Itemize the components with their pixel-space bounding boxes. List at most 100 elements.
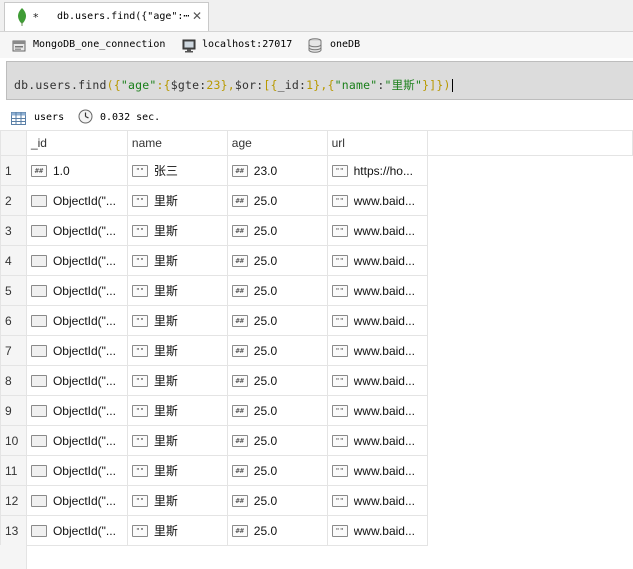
table-row[interactable]: 2 ObjectId("... "" 里斯 ## 25.0 "" www.baid... (0, 185, 633, 216)
cell-url[interactable]: "" https://ho... (326, 155, 428, 186)
cell-name[interactable]: "" 里斯 (126, 485, 228, 516)
cell-id[interactable]: ObjectId("... (25, 275, 128, 306)
cell-age[interactable]: ## 23.0 (226, 155, 328, 186)
cell-url[interactable]: "" www.baid... (326, 215, 428, 246)
cell-age[interactable]: ## 25.0 (226, 335, 328, 366)
cell-name[interactable]: "" 里斯 (126, 185, 228, 216)
string-type-icon: "" (131, 374, 148, 387)
table-row[interactable]: 3 ObjectId("... "" 里斯 ## 25.0 "" www.baid... (0, 215, 633, 246)
object-type-icon (30, 224, 47, 237)
cell-url[interactable]: "" www.baid... (326, 305, 428, 336)
query-editor[interactable]: db.users.find({"age":{$gte:23},$or:[{_id… (6, 61, 633, 100)
cell-id[interactable]: ObjectId("... (25, 485, 128, 516)
query-text[interactable]: db.users.find({"age":{$gte:23},$or:[{_id… (14, 77, 453, 93)
cell-url[interactable]: "" www.baid... (326, 485, 428, 516)
table-row[interactable]: 12 ObjectId("... "" 里斯 ## 25.0 "" www.baid... (0, 485, 633, 516)
cell-id[interactable]: ObjectId("... (25, 425, 128, 456)
cell-id[interactable]: ObjectId("... (25, 185, 128, 216)
string-type-icon: "" (131, 434, 148, 447)
cell-id[interactable]: ObjectId("... (25, 365, 128, 396)
string-type-icon: "" (131, 404, 148, 417)
cell-id[interactable]: ObjectId("... (25, 335, 128, 366)
cell-name[interactable]: "" 里斯 (126, 455, 228, 486)
column-header-id[interactable]: _id (25, 130, 128, 156)
cell-name[interactable]: "" 张三 (126, 155, 228, 186)
cell-name[interactable]: "" 里斯 (126, 215, 228, 246)
cell-url[interactable]: "" www.baid... (326, 365, 428, 396)
cell-age[interactable]: ## 25.0 (226, 395, 328, 426)
cell-age[interactable]: ## 25.0 (226, 485, 328, 516)
cell-age[interactable]: ## 25.0 (226, 365, 328, 396)
cell-age[interactable]: ## 25.0 (226, 425, 328, 456)
column-header-url[interactable]: url (326, 130, 428, 156)
cell-name-value: 里斯 (153, 224, 178, 238)
cell-age-value: 25.0 (253, 373, 278, 388)
cell-age[interactable]: ## 25.0 (226, 185, 328, 216)
connection-host[interactable]: localhost:27017 (202, 39, 292, 50)
tab-close-icon[interactable]: ✕ (190, 9, 204, 23)
number-type-icon: ## (231, 434, 248, 447)
column-header-empty (426, 130, 633, 156)
row-number: 8 (0, 365, 27, 396)
cell-id[interactable]: ObjectId("... (25, 215, 128, 246)
cell-id[interactable]: ObjectId("... (25, 245, 128, 276)
cell-url[interactable]: "" www.baid... (326, 515, 428, 546)
cell-name[interactable]: "" 里斯 (126, 275, 228, 306)
cell-name-value: 里斯 (153, 464, 178, 478)
cell-id[interactable]: ObjectId("... (25, 305, 128, 336)
cell-age-value: 25.0 (253, 463, 278, 478)
number-type-icon: ## (231, 464, 248, 477)
object-type-icon (30, 314, 47, 327)
connection-database[interactable]: oneDB (330, 39, 360, 50)
cell-url[interactable]: "" www.baid... (326, 245, 428, 276)
cell-age[interactable]: ## 25.0 (226, 455, 328, 486)
cell-url[interactable]: "" www.baid... (326, 185, 428, 216)
number-type-icon: ## (231, 284, 248, 297)
cell-name[interactable]: "" 里斯 (126, 365, 228, 396)
cell-age-value: 25.0 (253, 313, 278, 328)
cell-age[interactable]: ## 25.0 (226, 245, 328, 276)
row-number: 13 (0, 515, 27, 546)
result-status-bar: users 0.032 sec. (0, 106, 633, 128)
table-row[interactable]: 4 ObjectId("... "" 里斯 ## 25.0 "" www.baid... (0, 245, 633, 276)
column-header-name[interactable]: name (126, 130, 228, 156)
table-row[interactable]: 11 ObjectId("... "" 里斯 ## 25.0 "" www.baid... (0, 455, 633, 486)
connection-name[interactable]: MongoDB_one_connection (33, 39, 165, 50)
table-row[interactable]: 6 ObjectId("... "" 里斯 ## 25.0 "" www.baid... (0, 305, 633, 336)
query-token: }]}) (422, 78, 451, 92)
cell-id[interactable]: ObjectId("... (25, 455, 128, 486)
cell-name[interactable]: "" 里斯 (126, 515, 228, 546)
object-type-icon (30, 254, 47, 267)
table-row[interactable]: 13 ObjectId("... "" 里斯 ## 25.0 "" www.baid... (0, 515, 633, 546)
query-tab[interactable]: * db.users.find({"age":⋯ ✕ (4, 2, 209, 31)
cell-name[interactable]: "" 里斯 (126, 305, 228, 336)
cell-age-value: 25.0 (253, 283, 278, 298)
cell-age[interactable]: ## 25.0 (226, 515, 328, 546)
cell-id[interactable]: ## 1.0 (25, 155, 128, 186)
table-row[interactable]: 9 ObjectId("... "" 里斯 ## 25.0 "" www.baid... (0, 395, 633, 426)
object-type-icon (30, 194, 47, 207)
cell-url[interactable]: "" www.baid... (326, 425, 428, 456)
cell-id[interactable]: ObjectId("... (25, 515, 128, 546)
cell-name[interactable]: "" 里斯 (126, 425, 228, 456)
cell-url[interactable]: "" www.baid... (326, 455, 428, 486)
table-row[interactable]: 8 ObjectId("... "" 里斯 ## 25.0 "" www.baid... (0, 365, 633, 396)
query-token: }, (220, 78, 235, 92)
cell-name[interactable]: "" 里斯 (126, 335, 228, 366)
cell-url[interactable]: "" www.baid... (326, 335, 428, 366)
cell-id[interactable]: ObjectId("... (25, 395, 128, 426)
cell-url[interactable]: "" www.baid... (326, 275, 428, 306)
string-type-icon: "" (331, 164, 348, 177)
results-table[interactable]: _id name age url 1 ## 1.0 "" 张三 ## 23.0 "" https… (0, 130, 633, 546)
cell-name[interactable]: "" 里斯 (126, 245, 228, 276)
table-row[interactable]: 10 ObjectId("... "" 里斯 ## 25.0 "" www.baid... (0, 425, 633, 456)
table-row[interactable]: 5 ObjectId("... "" 里斯 ## 25.0 "" www.baid... (0, 275, 633, 306)
cell-age[interactable]: ## 25.0 (226, 215, 328, 246)
cell-name[interactable]: "" 里斯 (126, 395, 228, 426)
table-row[interactable]: 1 ## 1.0 "" 张三 ## 23.0 "" https://ho... (0, 155, 633, 186)
cell-age[interactable]: ## 25.0 (226, 305, 328, 336)
column-header-age[interactable]: age (226, 130, 328, 156)
table-row[interactable]: 7 ObjectId("... "" 里斯 ## 25.0 "" www.baid... (0, 335, 633, 366)
cell-age[interactable]: ## 25.0 (226, 275, 328, 306)
cell-url[interactable]: "" www.baid... (326, 395, 428, 426)
